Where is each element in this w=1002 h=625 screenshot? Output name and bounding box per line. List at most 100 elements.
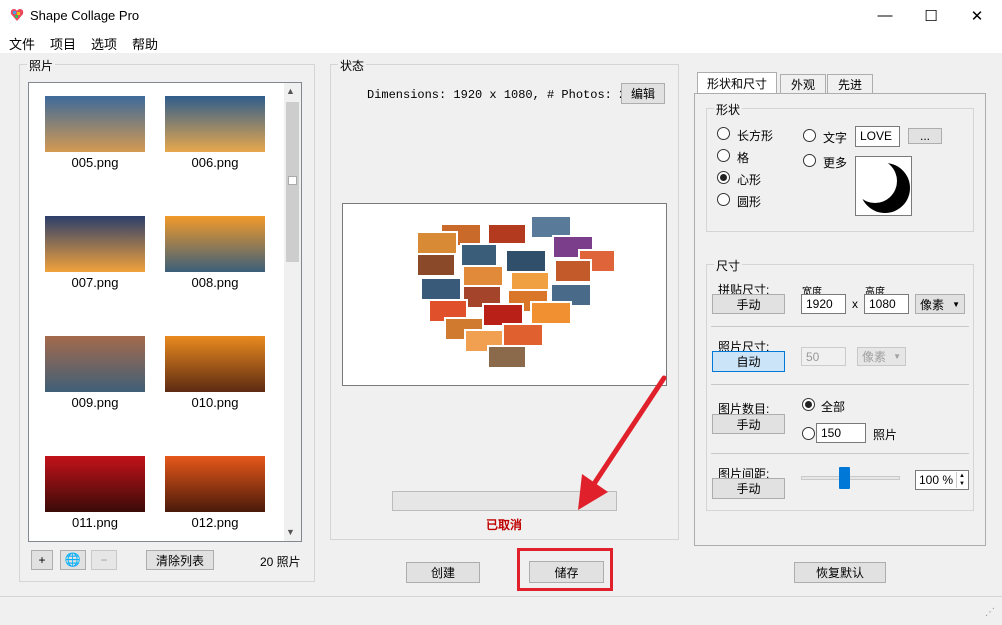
collage-photo-tile <box>482 303 524 327</box>
width-input[interactable]: 1920 <box>801 294 846 314</box>
photo-thumbnail-image <box>45 216 145 272</box>
photo-thumbnail[interactable]: 011.png <box>45 456 145 530</box>
status-group-title: 状态 <box>338 57 367 74</box>
dimensions-text: Dimensions: 1920 x 1080, # Photos: 20 <box>367 88 634 102</box>
scroll-up-icon[interactable]: ▲ <box>286 86 295 96</box>
shape-grid-radio[interactable] <box>717 149 730 162</box>
remove-photo-button[interactable]: − <box>91 550 117 570</box>
photo-thumbnail-label: 011.png <box>71 515 119 530</box>
close-button[interactable]: ✕ <box>954 0 1000 31</box>
photo-size-mode-button[interactable]: 自动 <box>712 351 785 372</box>
photo-size-input[interactable]: 50 <box>801 347 846 366</box>
photo-thumbnail[interactable]: 007.png <box>45 216 145 290</box>
clear-list-button[interactable]: 清除列表 <box>146 550 214 570</box>
shape-text-input[interactable]: LOVE <box>855 126 900 147</box>
spin-icon[interactable]: ▲ ▼ <box>956 472 967 488</box>
browse-shape-button[interactable]: ... <box>908 128 942 144</box>
spacing-value: 100 % <box>919 473 954 487</box>
shape-rectangle-label: 长方形 <box>737 129 774 143</box>
edit-button[interactable]: 编辑 <box>621 83 665 104</box>
photo-thumbnail[interactable]: 006.png <box>165 96 265 170</box>
photo-thumbnail[interactable]: 012.png <box>165 456 265 530</box>
shape-text-radio[interactable] <box>803 129 816 142</box>
height-input[interactable]: 1080 <box>864 294 909 314</box>
status-bar <box>0 596 1002 625</box>
collage-photo-tile <box>530 215 572 239</box>
menu-project[interactable]: 项目 <box>41 31 82 53</box>
title-bar <box>0 0 1002 31</box>
moon-shape-preview-icon[interactable] <box>853 156 912 216</box>
photo-thumbnail-image <box>165 336 265 392</box>
add-photo-button[interactable]: + <box>31 550 53 570</box>
spacing-slider-thumb[interactable] <box>839 467 850 489</box>
spacing-slider-track[interactable] <box>801 476 900 480</box>
count-custom-radio[interactable] <box>802 427 815 440</box>
photo-thumbnail-image <box>45 96 145 152</box>
save-button[interactable]: 储存 <box>529 561 604 583</box>
shape-group-title: 形状 <box>714 101 743 118</box>
photo-thumbnail-image <box>165 96 265 152</box>
minimize-button[interactable]: — <box>862 0 908 31</box>
photos-group-title: 照片 <box>27 57 56 74</box>
heart-collage-image <box>416 215 616 369</box>
reset-defaults-button[interactable]: 恢复默认 <box>794 562 886 583</box>
spacing-mode-button[interactable]: 手动 <box>712 478 785 499</box>
shape-more-label: 更多 <box>823 156 848 170</box>
photo-thumbnail-label: 005.png <box>71 155 119 170</box>
photo-thumbnail-label: 008.png <box>191 275 239 290</box>
scroll-down-icon[interactable]: ▼ <box>286 527 295 537</box>
size-divider-1 <box>711 326 969 327</box>
count-all-label: 全部 <box>821 400 846 414</box>
photo-thumbnail[interactable]: 009.png <box>45 336 145 410</box>
window-title: Shape Collage Pro <box>30 8 140 23</box>
shape-heart-radio[interactable] <box>717 171 730 184</box>
maximize-button[interactable]: ☐ <box>908 0 954 31</box>
red-arrow-icon <box>578 375 667 510</box>
photo-thumbnail-label: 009.png <box>71 395 119 410</box>
collage-photo-tile <box>505 249 547 273</box>
collage-photo-tile <box>530 301 572 325</box>
count-all-radio[interactable] <box>802 398 815 411</box>
create-button[interactable]: 创建 <box>406 562 480 583</box>
photo-thumbnail-label: 010.png <box>191 395 239 410</box>
shape-more-radio[interactable] <box>803 154 816 167</box>
photo-thumbnail-label: 012.png <box>191 515 239 530</box>
photo-thumbnail[interactable]: 005.png <box>45 96 145 170</box>
collage-photo-tile <box>462 265 504 289</box>
scroll-marker <box>288 176 297 185</box>
cancelled-status-text: 已取消 <box>486 518 523 532</box>
tab-appearance[interactable]: 外观 <box>780 74 826 93</box>
menu-file[interactable]: 文件 <box>0 31 41 53</box>
shape-rectangle-radio[interactable] <box>717 127 730 140</box>
menu-help[interactable]: 帮助 <box>123 31 164 53</box>
shape-circle-radio[interactable] <box>717 193 730 206</box>
menu-options[interactable]: 选项 <box>82 31 123 53</box>
chevron-down-icon: ▼ <box>952 299 960 309</box>
spacing-input[interactable]: 100 % ▲ ▼ <box>915 470 969 490</box>
photo-thumbnail[interactable]: 008.png <box>165 216 265 290</box>
size-divider-3 <box>711 453 969 454</box>
tab-shape-size[interactable]: 形状和尺寸 <box>697 72 777 94</box>
photo-count-input[interactable]: 150 <box>816 423 866 443</box>
collage-photo-tile <box>416 253 456 277</box>
count-photos-label: 照片 <box>873 428 898 442</box>
photo-unit-select[interactable]: 像素 ▼ <box>857 347 906 366</box>
globe-icon[interactable]: 🌐 <box>60 550 86 570</box>
photo-thumbnail-label: 006.png <box>191 155 239 170</box>
collage-size-mode-button[interactable]: 手动 <box>712 294 785 314</box>
photo-thumbnail-image <box>165 216 265 272</box>
collage-photo-tile <box>554 259 592 283</box>
size-divider-2 <box>711 384 969 385</box>
unit-select[interactable]: 像素 ▼ <box>915 294 965 314</box>
photo-thumbnail-image <box>45 456 145 512</box>
chevron-down-icon: ▼ <box>893 352 901 361</box>
collage-preview <box>342 203 667 386</box>
app-logo-icon <box>9 7 25 23</box>
shape-grid-label: 格 <box>737 151 750 165</box>
resize-grip-icon[interactable]: ⋰ <box>985 607 995 618</box>
photo-thumbnail-label: 007.png <box>71 275 119 290</box>
photo-thumbnail[interactable]: 010.png <box>165 336 265 410</box>
tab-advanced[interactable]: 先进 <box>827 74 873 93</box>
photo-count-mode-button[interactable]: 手动 <box>712 414 785 434</box>
photo-thumbnail-image <box>45 336 145 392</box>
